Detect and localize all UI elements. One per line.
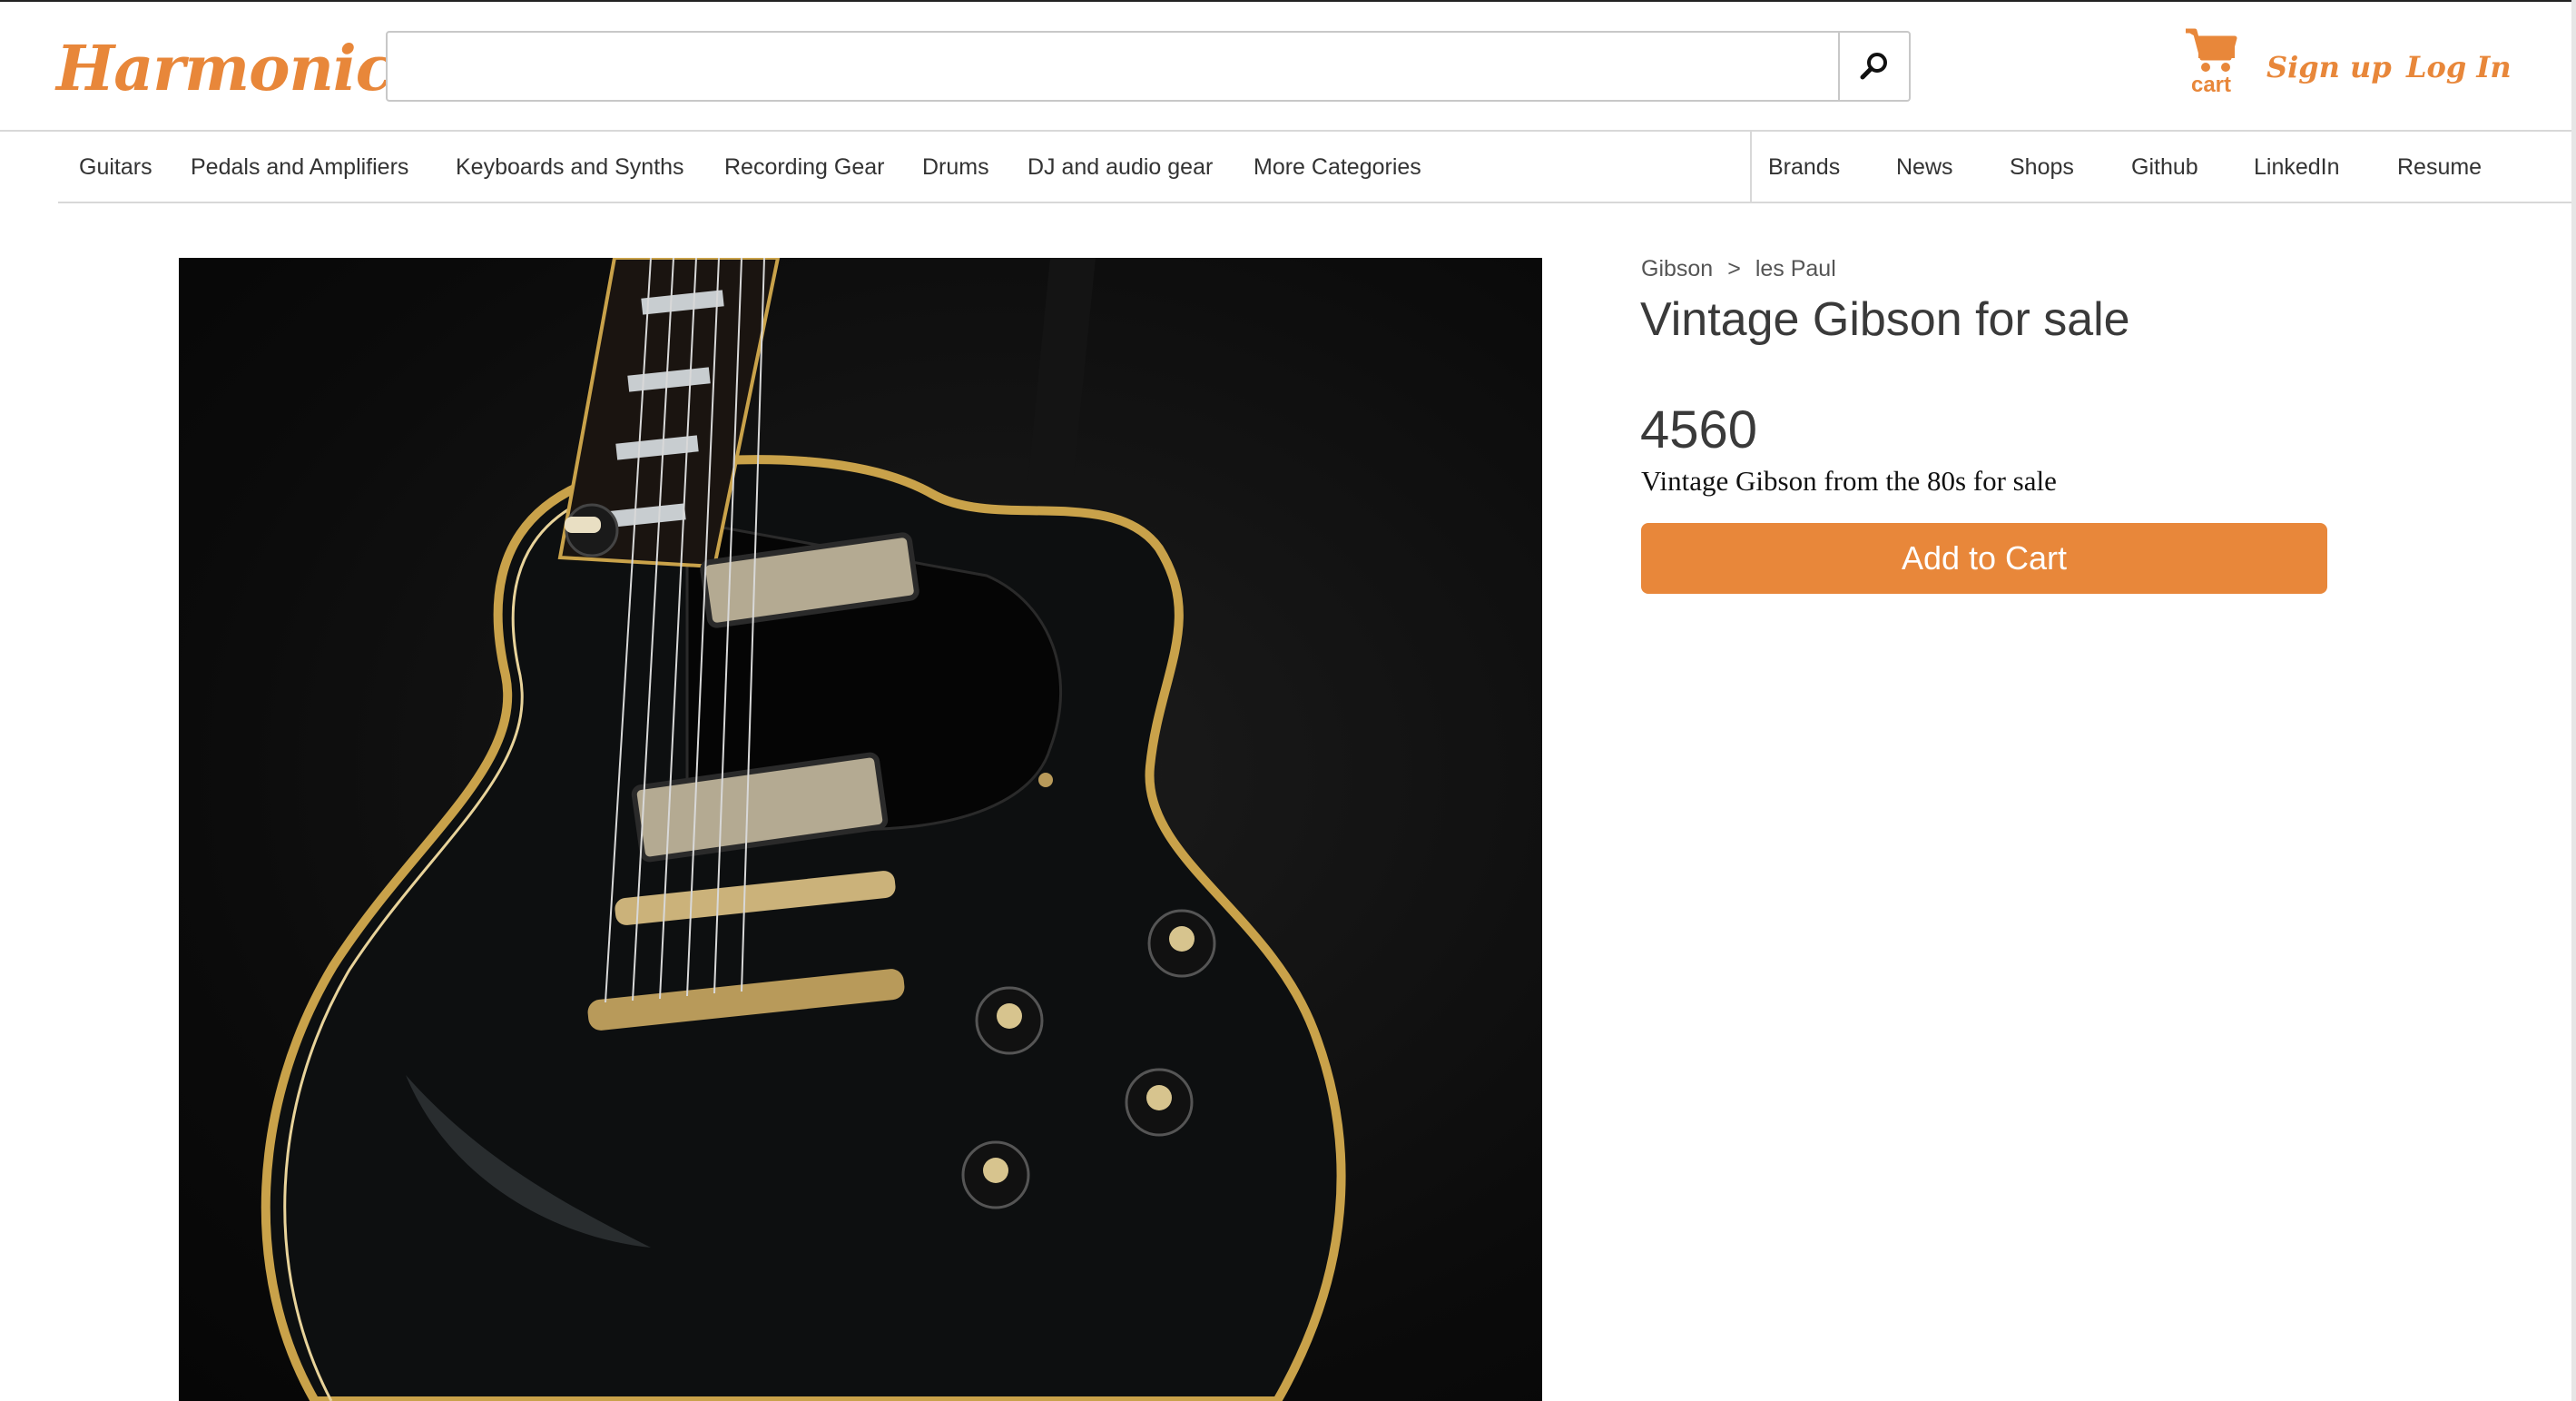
login-link[interactable]: Log In — [2406, 44, 2512, 91]
search-icon — [1860, 53, 1887, 80]
add-to-cart-button[interactable]: Add to Cart — [1641, 523, 2327, 594]
nav-item-guitars[interactable]: Guitars — [79, 143, 152, 191]
scrollbar-track[interactable] — [2571, 0, 2576, 1401]
product-description: Vintage Gibson from the 80s for sale — [1641, 465, 2057, 497]
product-image — [179, 258, 1542, 1401]
nav-item-drums[interactable]: Drums — [922, 143, 989, 191]
product-price: 4560 — [1640, 400, 1758, 459]
nav-link-resume[interactable]: Resume — [2397, 143, 2482, 191]
breadcrumb-model[interactable]: les Paul — [1755, 256, 1836, 281]
cart-button[interactable]: cart — [2175, 27, 2247, 104]
nav-link-news[interactable]: News — [1896, 143, 1953, 191]
cart-label: cart — [2190, 73, 2232, 97]
breadcrumb: Gibson > les Paul — [1641, 251, 1836, 287]
nav-item-pedals[interactable]: Pedals and Amplifiers — [191, 143, 408, 191]
nav-link-brands[interactable]: Brands — [1768, 143, 1840, 191]
nav-item-keyboards[interactable]: Keyboards and Synths — [456, 143, 684, 191]
search-bar — [386, 31, 1911, 102]
signup-link[interactable]: Sign up — [2266, 44, 2392, 91]
search-input[interactable] — [388, 33, 1838, 100]
nav-item-dj-audio[interactable]: DJ and audio gear — [1027, 143, 1213, 191]
nav-divider-top — [0, 130, 2571, 132]
product-title: Vintage Gibson for sale — [1640, 293, 2130, 346]
search-button[interactable] — [1838, 33, 1909, 100]
nav-link-linkedin[interactable]: LinkedIn — [2254, 143, 2340, 191]
nav-link-shops[interactable]: Shops — [2010, 143, 2074, 191]
nav-link-github[interactable]: Github — [2131, 143, 2198, 191]
window-top-border — [0, 0, 2576, 2]
breadcrumb-brand[interactable]: Gibson — [1641, 256, 1713, 281]
cart-icon — [2186, 28, 2237, 72]
breadcrumb-separator: > — [1727, 256, 1741, 281]
nav-item-more[interactable]: More Categories — [1254, 143, 1421, 191]
harmonic-logo[interactable]: Harmonic — [56, 24, 393, 114]
nav-item-recording[interactable]: Recording Gear — [724, 143, 884, 191]
nav-divider-bottom — [58, 202, 2571, 203]
nav-divider-vertical — [1750, 132, 1752, 202]
